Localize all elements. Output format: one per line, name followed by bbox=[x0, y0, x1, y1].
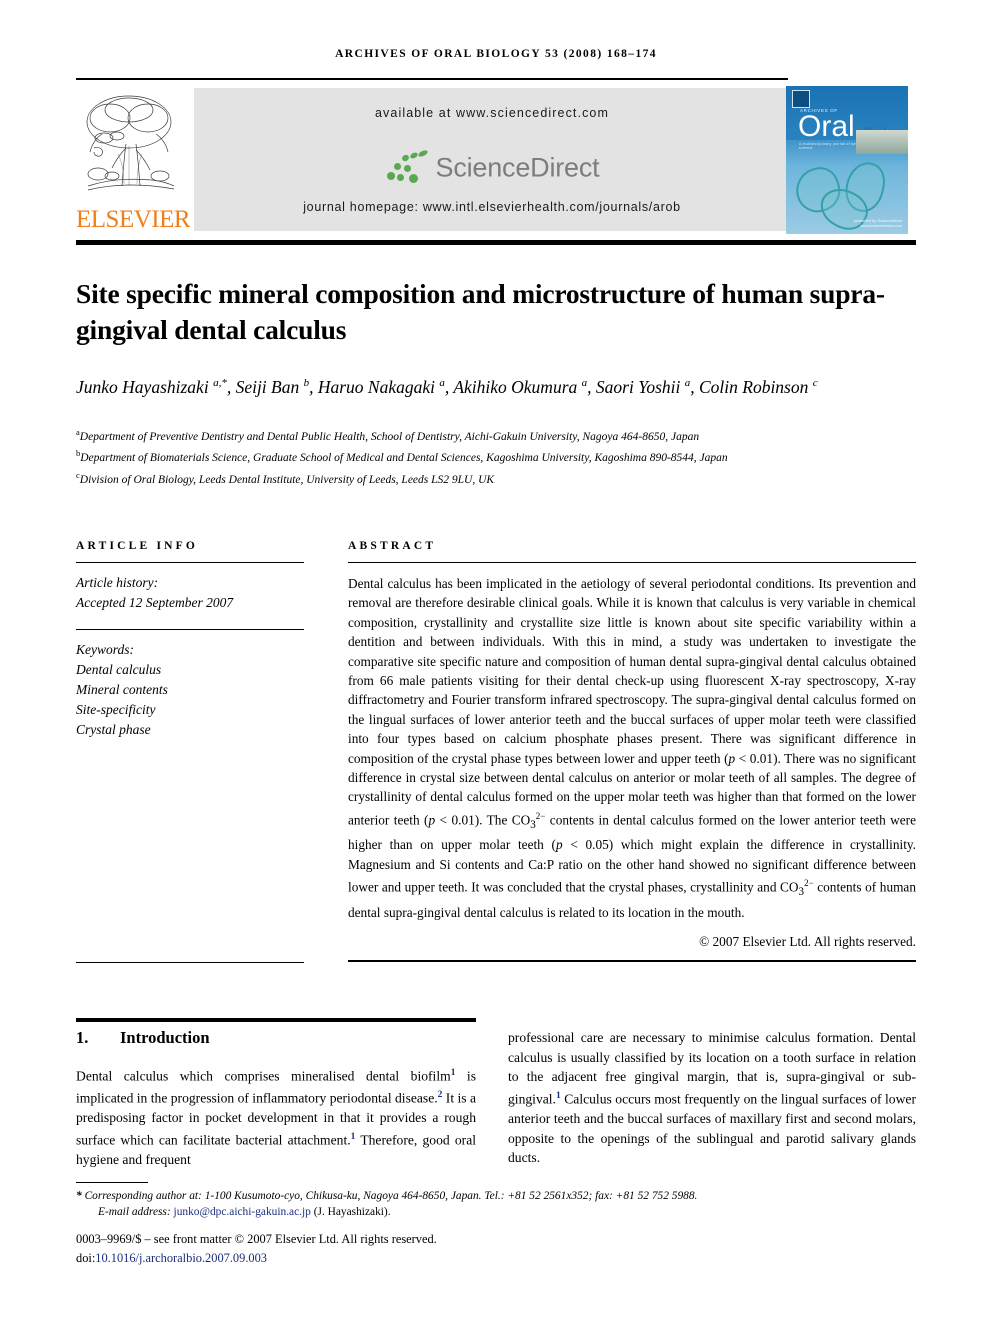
affiliation-text-c: Division of Oral Biology, Leeds Dental I… bbox=[79, 473, 495, 486]
corresponding-author-note: * Corresponding author at: 1-100 Kusumot… bbox=[76, 1190, 698, 1202]
issn-line: 0003–9969/$ – see front matter © 2007 El… bbox=[76, 1232, 437, 1246]
section-heading-introduction: 1. Introduction bbox=[76, 1028, 476, 1048]
page-title: Site specific mineral composition and mi… bbox=[76, 278, 885, 346]
abstract-copyright: © 2007 Elsevier Ltd. All rights reserved… bbox=[699, 934, 916, 950]
elsevier-tree-svg bbox=[82, 88, 176, 200]
sciencedirect-wordmark: ScienceDirect bbox=[435, 152, 600, 183]
keyword-item-2: Mineral contents bbox=[76, 682, 168, 697]
affiliation-text-b: Department of Biomaterials Science, Grad… bbox=[80, 452, 728, 465]
footnote-rule bbox=[76, 1182, 148, 1183]
keyword-item-3: Site-specificity bbox=[76, 702, 156, 717]
footnote-block: * Corresponding author at: 1-100 Kusumot… bbox=[76, 1188, 916, 1220]
article-info-column: ARTICLE INFO Article history: Accepted 1… bbox=[76, 540, 304, 740]
cover-elsevier-mark-icon bbox=[792, 90, 810, 108]
doi-link[interactable]: 10.1016/j.archoralbio.2007.09.003 bbox=[95, 1251, 267, 1265]
email-link[interactable]: junko@dpc.aichi-gakuin.ac.jp bbox=[174, 1206, 311, 1218]
email-author: (J. Hayashizaki). bbox=[313, 1206, 391, 1218]
article-history-label: Article history: bbox=[76, 575, 159, 590]
elsevier-logo: ELSEVIER bbox=[76, 86, 191, 234]
imprint-block: 0003–9969/$ – see front matter © 2007 El… bbox=[76, 1230, 916, 1268]
affiliation-text-a: Department of Preventive Dentistry and D… bbox=[79, 430, 700, 443]
cover-teeth-photo bbox=[856, 130, 908, 154]
journal-homepage-text: journal homepage: www.intl.elsevierhealt… bbox=[303, 200, 681, 214]
email-line: E-mail address: junko@dpc.aichi-gakuin.a… bbox=[76, 1204, 916, 1220]
article-history-block: Article history: Accepted 12 September 2… bbox=[76, 573, 304, 613]
section-top-rule bbox=[76, 1018, 476, 1022]
body-column-right: professional care are necessary to minim… bbox=[508, 1030, 916, 1166]
author-list: Junko Hayashizaki a,*, Seiji Ban b, Haru… bbox=[76, 376, 818, 397]
email-label: E-mail address: bbox=[98, 1206, 171, 1218]
available-at-text: available at www.sciencedirect.com bbox=[374, 106, 609, 120]
keywords-block: Keywords: Dental calculus Mineral conten… bbox=[76, 640, 304, 740]
journal-cover-image: ARCHIVES OF Oral Biology A multidiscipli… bbox=[786, 86, 908, 234]
keyword-item-4: Crystal phase bbox=[76, 722, 151, 737]
keywords-label: Keywords: bbox=[76, 642, 134, 657]
cover-oral-label: Oral bbox=[798, 110, 855, 143]
abstract-bottom-rule bbox=[348, 960, 916, 962]
section-title: Introduction bbox=[120, 1028, 210, 1047]
article-info-divider-1 bbox=[76, 562, 304, 563]
elsevier-wordmark: ELSEVIER bbox=[76, 206, 191, 233]
article-info-heading: ARTICLE INFO bbox=[76, 540, 199, 552]
header-top-rule bbox=[76, 78, 788, 80]
doi-prefix: doi: bbox=[76, 1251, 96, 1265]
section-number: 1. bbox=[76, 1028, 89, 1047]
article-info-bottom-rule bbox=[76, 962, 304, 963]
running-head: ARCHIVES OF ORAL BIOLOGY 53 (2008) 168–1… bbox=[335, 48, 657, 60]
sciencedirect-leaf-icon bbox=[385, 149, 431, 184]
sciencedirect-logo: ScienceDirect bbox=[194, 146, 790, 188]
abstract-column: ABSTRACT Dental calculus has been implic… bbox=[348, 540, 916, 950]
keyword-item-1: Dental calculus bbox=[76, 662, 162, 677]
cover-sciencedirect-footer: published by ScienceDirect www.sciencedi… bbox=[853, 218, 902, 228]
elsevier-tree-icon bbox=[82, 88, 176, 200]
body-column-left: Dental calculus which comprises minerali… bbox=[76, 1068, 477, 1167]
article-history-value: Accepted 12 September 2007 bbox=[76, 595, 234, 610]
affiliation-c: cDivision of Oral Biology, Leeds Dental … bbox=[76, 467, 916, 488]
header-bottom-rule bbox=[76, 240, 916, 245]
publisher-banner: ELSEVIER available at www.sciencedirect.… bbox=[76, 86, 916, 234]
doi-line: doi:10.1016/j.archoralbio.2007.09.003 bbox=[76, 1249, 916, 1268]
abstract-divider bbox=[348, 562, 916, 563]
abstract-body: Dental calculus has been implicated in t… bbox=[348, 576, 917, 920]
abstract-heading: ABSTRACT bbox=[348, 540, 437, 552]
article-info-divider-2 bbox=[76, 629, 304, 630]
affiliation-b: bDepartment of Biomaterials Science, Gra… bbox=[76, 445, 916, 466]
affiliation-list: aDepartment of Preventive Dentistry and … bbox=[76, 424, 916, 488]
sciencedirect-banner: available at www.sciencedirect.com Scien… bbox=[194, 88, 790, 231]
affiliation-a: aDepartment of Preventive Dentistry and … bbox=[76, 424, 916, 445]
journal-article-page: ARCHIVES OF ORAL BIOLOGY 53 (2008) 168–1… bbox=[0, 0, 992, 1323]
